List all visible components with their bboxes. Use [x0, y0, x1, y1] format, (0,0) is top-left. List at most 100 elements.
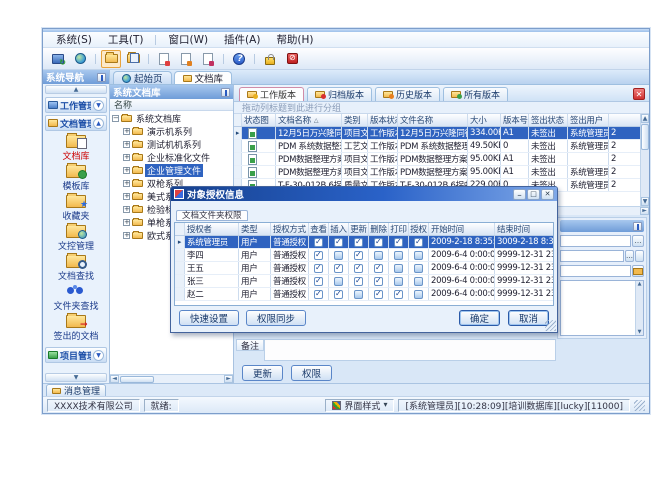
perm-column-header-3[interactable]: 查看: [309, 223, 329, 235]
maximize-button[interactable]: [527, 189, 540, 200]
help-button[interactable]: [229, 50, 249, 68]
table-row[interactable]: 12月5日万兴隆同行...项目文档工作版本12月5日万兴隆同行...334.00…: [234, 127, 640, 140]
globe-button[interactable]: [70, 50, 90, 68]
sidebar-item-3[interactable]: 文控管理: [43, 223, 109, 253]
property-input[interactable]: [560, 265, 631, 277]
expand-icon[interactable]: [123, 167, 130, 174]
checkbox-checked[interactable]: [314, 238, 323, 247]
expand-icon[interactable]: [123, 219, 130, 226]
checkbox-checked[interactable]: [314, 290, 323, 299]
permission-row[interactable]: 王五用户普通授权2009-6-4 0:00:009999-12-31 23:59…: [175, 262, 553, 275]
pin-icon[interactable]: [97, 73, 106, 82]
expand-icon[interactable]: [123, 232, 130, 239]
import-doc-button[interactable]: [176, 50, 196, 68]
dialog-resize-grip[interactable]: [545, 320, 556, 331]
checkbox-checked[interactable]: [334, 290, 343, 299]
menu-item-1[interactable]: 工具(T): [101, 31, 151, 48]
collapse-icon[interactable]: [112, 115, 119, 122]
dialog-button-权限同步[interactable]: 权限同步: [246, 310, 306, 326]
scrollbar-thumb[interactable]: [641, 124, 649, 150]
column-header-5[interactable]: 大小: [468, 114, 501, 126]
tab-version-0[interactable]: 工作版本: [239, 87, 304, 101]
tab-message-management[interactable]: 消息管理: [46, 384, 106, 396]
minimize-button[interactable]: [513, 189, 526, 200]
checkbox-unchecked[interactable]: [334, 251, 343, 260]
perm-column-header-8[interactable]: 授权: [409, 223, 429, 235]
logout-button[interactable]: [282, 50, 302, 68]
sidebar-scroll-down-button[interactable]: [45, 373, 107, 382]
checkbox-checked[interactable]: [314, 251, 323, 260]
table-vertical-scrollbar[interactable]: [640, 114, 649, 206]
permission-row[interactable]: 张三用户普通授权2009-6-4 0:00:009999-12-31 23:59…: [175, 275, 553, 288]
permission-row[interactable]: 李四用户普通授权2009-6-4 0:00:009999-12-31 23:59…: [175, 249, 553, 262]
scroll-up-button[interactable]: [641, 114, 649, 123]
expand-icon[interactable]: [123, 154, 130, 161]
tab-version-1[interactable]: 归档版本: [307, 87, 372, 101]
column-header-6[interactable]: 版本号: [501, 114, 529, 126]
checkbox-unchecked[interactable]: [394, 277, 403, 286]
sidebar-item-6[interactable]: 签出的文档: [43, 313, 109, 343]
checkbox-unchecked[interactable]: [394, 264, 403, 273]
checkbox-checked[interactable]: [334, 264, 343, 273]
scroll-down-button[interactable]: [641, 197, 649, 206]
column-header-1[interactable]: 文档名称: [276, 114, 342, 126]
perm-column-header-10[interactable]: 结束时间: [495, 223, 553, 235]
perm-column-header-5[interactable]: 更新: [349, 223, 369, 235]
expand-icon[interactable]: [123, 128, 130, 135]
sidebar-item-5[interactable]: 文件夹查找: [43, 283, 109, 313]
perm-column-header-2[interactable]: 授权方式: [271, 223, 309, 235]
tree-node-2[interactable]: 企业标准化文件: [110, 151, 233, 164]
column-header-7[interactable]: 签出状态: [529, 114, 568, 126]
checkbox-checked[interactable]: [334, 238, 343, 247]
pin-icon[interactable]: [633, 222, 642, 231]
scroll-left-button[interactable]: [110, 375, 119, 383]
column-header-extra[interactable]: [609, 114, 640, 126]
dialog-button-快速设置[interactable]: 快速设置: [179, 310, 239, 326]
tab-version-2[interactable]: 历史版本: [375, 87, 440, 101]
checkbox-checked[interactable]: [394, 290, 403, 299]
lock-button[interactable]: [260, 50, 280, 68]
column-header-0[interactable]: 状态图: [242, 114, 276, 126]
action-button-0[interactable]: 更新: [242, 365, 283, 381]
remark-box[interactable]: [264, 339, 556, 361]
scroll-right-button[interactable]: [224, 375, 233, 383]
tab-version-3[interactable]: 所有版本: [443, 87, 508, 101]
perm-column-header-7[interactable]: 打印: [389, 223, 409, 235]
checkbox-unchecked[interactable]: [334, 277, 343, 286]
table-row[interactable]: PDM数据整理方案2.doc项目文档工作版本PDM数据整理方案2.doc95.0…: [234, 166, 640, 179]
checkbox-unchecked[interactable]: [414, 290, 423, 299]
perm-column-header-9[interactable]: 开始时间: [429, 223, 495, 235]
ellipsis-button[interactable]: [625, 250, 634, 262]
expand-icon[interactable]: [123, 193, 130, 200]
perm-column-header-6[interactable]: 删除: [369, 223, 389, 235]
permission-row[interactable]: 系统管理员用户普通授权2009-2-18 8:35:573009-2-18 8:…: [175, 236, 553, 249]
sidebar-section-2[interactable]: 项目管理: [45, 347, 107, 363]
close-button[interactable]: [541, 189, 554, 200]
property-input[interactable]: [560, 235, 631, 247]
column-header-3[interactable]: 版本状态: [368, 114, 398, 126]
perm-column-header-4[interactable]: 插入: [329, 223, 349, 235]
menu-item-2[interactable]: 窗口(W): [161, 31, 215, 48]
pin-icon[interactable]: [221, 88, 230, 97]
checkbox-unchecked[interactable]: [374, 251, 383, 260]
close-icon[interactable]: [633, 88, 645, 100]
scroll-right-button[interactable]: [640, 207, 649, 215]
sidebar-item-1[interactable]: 模板库: [43, 163, 109, 193]
checkbox-unchecked[interactable]: [354, 290, 363, 299]
tab-doc-1[interactable]: 文档库: [174, 71, 233, 84]
tab-doc-0[interactable]: 起始页: [113, 71, 172, 84]
sidebar-section-1[interactable]: 文档管理: [45, 115, 107, 131]
perm-column-header-1[interactable]: 类型: [239, 223, 271, 235]
menu-item-0[interactable]: 系统(S): [49, 31, 99, 48]
properties-textarea[interactable]: ▲▼: [560, 280, 644, 336]
permission-row[interactable]: 赵二用户普通授权2009-6-4 0:00:009999-12-31 23:59…: [175, 288, 553, 301]
perm-column-header-0[interactable]: 授权者: [185, 223, 239, 235]
property-input[interactable]: [560, 250, 624, 262]
tree-column-header[interactable]: 名称: [110, 99, 233, 111]
remark-tab[interactable]: 备注: [236, 339, 264, 351]
checkbox-checked[interactable]: [374, 238, 383, 247]
clear-button[interactable]: [635, 250, 644, 262]
export-doc-button[interactable]: [154, 50, 174, 68]
folder-copy-button[interactable]: [123, 50, 143, 68]
column-header-4[interactable]: 文件名称: [398, 114, 468, 126]
